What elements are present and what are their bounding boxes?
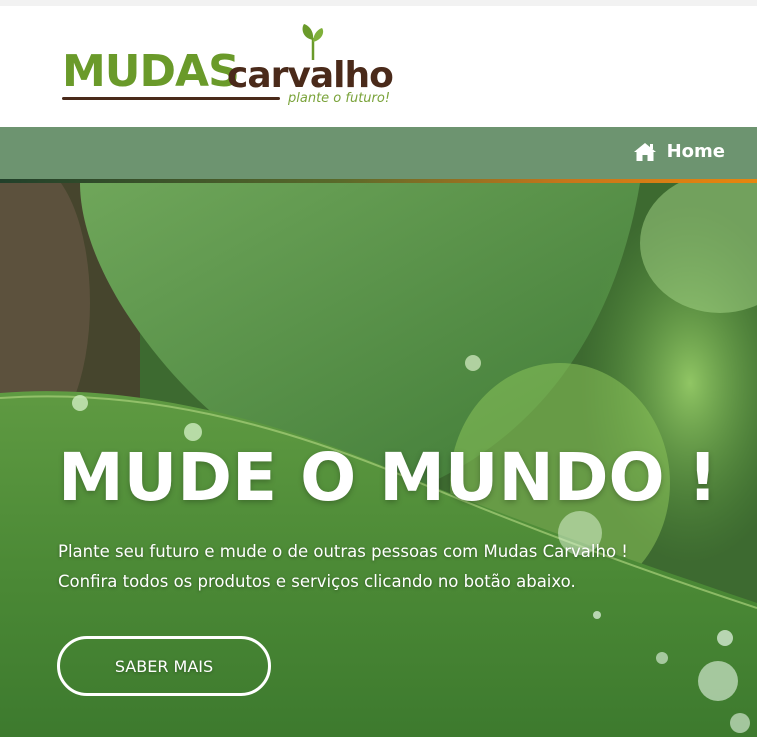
nav-item-home[interactable]: Home <box>633 141 725 162</box>
sprout-icon <box>302 24 324 60</box>
logo-tagline: plante o futuro! <box>288 91 391 106</box>
site-logo[interactable]: MUDAS carvalho plante o futuro! <box>60 20 405 115</box>
hero-description: Plante seu futuro e mude o de outras pes… <box>58 537 698 597</box>
saber-mais-button[interactable]: SABER MAIS <box>57 636 271 696</box>
home-icon <box>633 142 656 161</box>
logo-wordmark-mudas: MUDAS <box>62 46 240 97</box>
hero-title: MUDE O MUNDO ! <box>58 439 718 516</box>
hero-banner: MUDE O MUNDO ! Plante seu futuro e mude … <box>0 183 757 737</box>
nav-item-home-label: Home <box>666 141 725 162</box>
hero-description-line-1: Plante seu futuro e mude o de outras pes… <box>58 542 628 561</box>
main-navbar: Home <box>0 127 757 179</box>
logo-wordmark-carvalho: carvalho <box>227 55 394 96</box>
hero-description-line-2: Confira todos os produtos e serviços cli… <box>58 572 576 591</box>
logo-underline <box>62 97 280 100</box>
site-header: MUDAS carvalho plante o futuro! <box>0 6 757 127</box>
